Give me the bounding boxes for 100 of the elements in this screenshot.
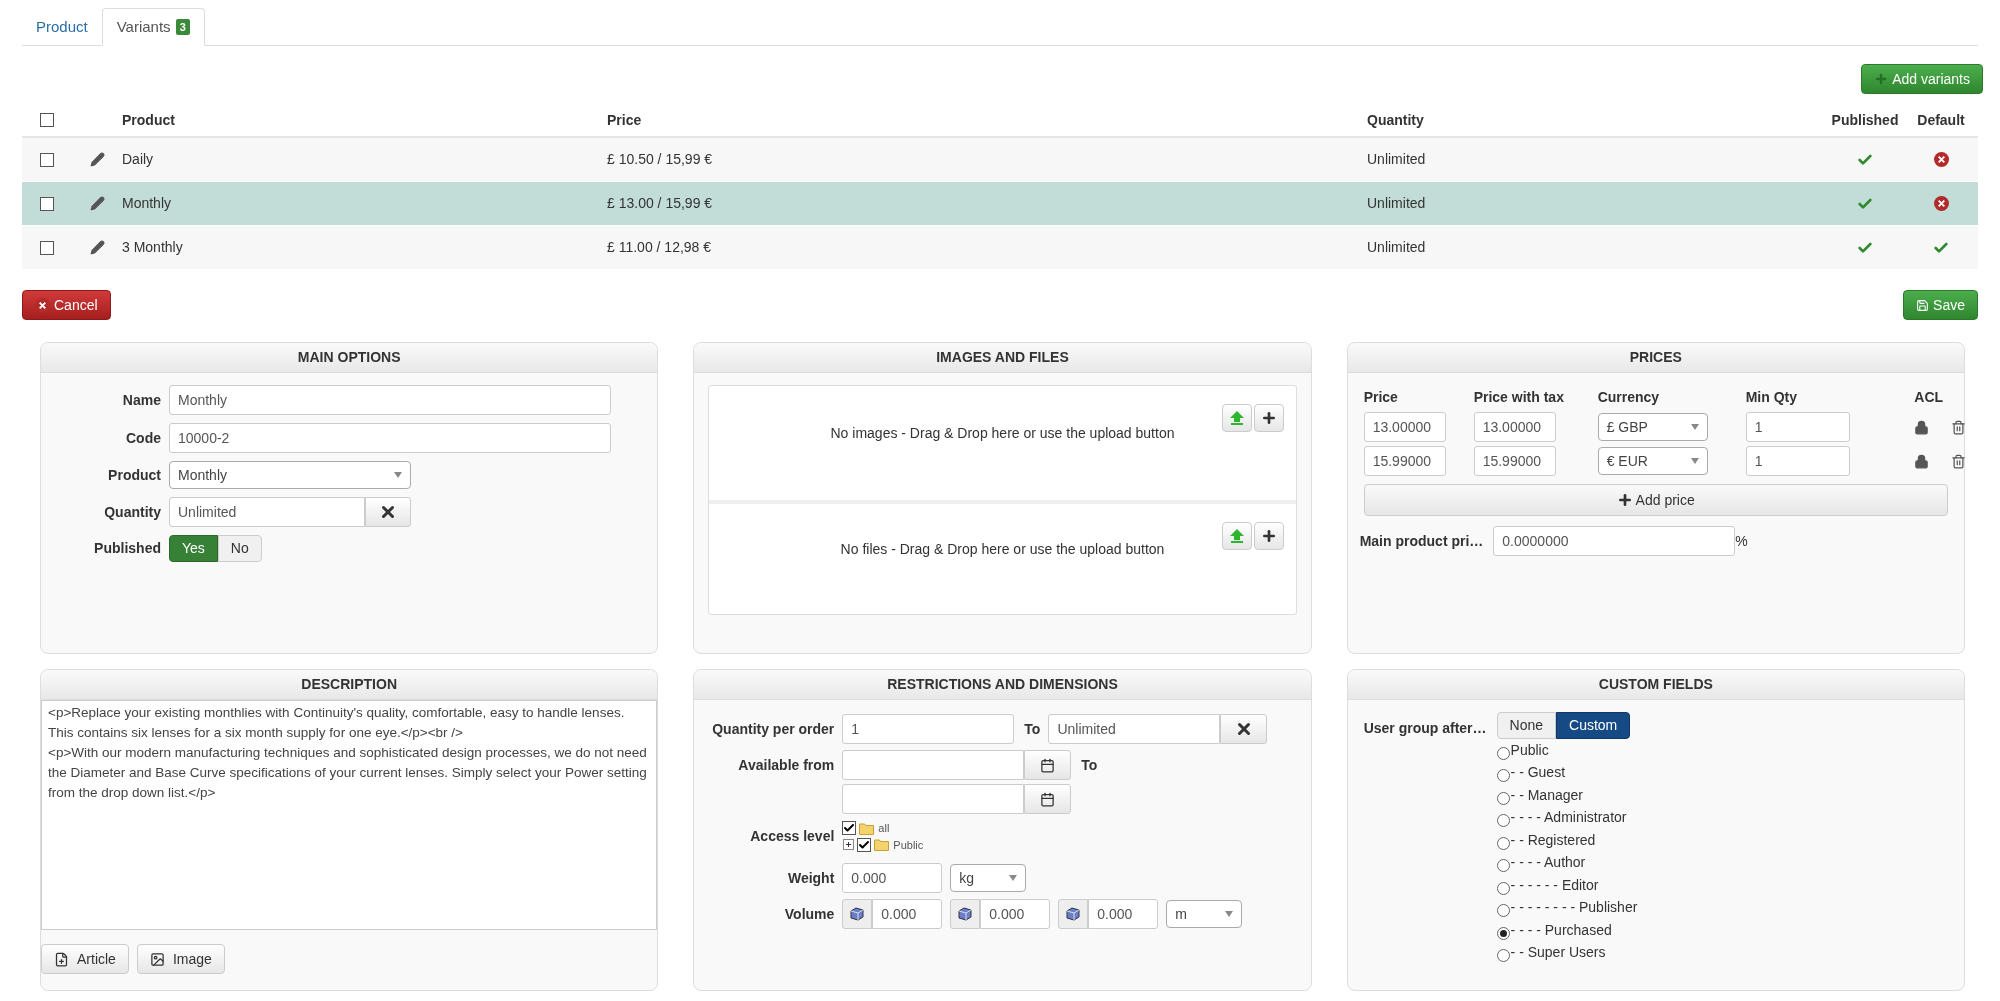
add-price-button[interactable]: Add price bbox=[1363, 484, 1948, 516]
pencil-icon[interactable] bbox=[89, 152, 105, 167]
radio-button[interactable] bbox=[1496, 904, 1510, 918]
field-label: Product bbox=[107, 465, 161, 485]
radio-label: - - Registered bbox=[1510, 830, 1596, 850]
text-field[interactable]: Monthly bbox=[169, 385, 611, 415]
table-row[interactable]: Daily £ 10.50 / 15,99 € Unlimited bbox=[22, 138, 1978, 182]
radio-label: Public bbox=[1510, 740, 1549, 760]
price-field[interactable]: 13.00000 bbox=[1363, 412, 1446, 442]
tab[interactable]: Product bbox=[22, 8, 102, 46]
dropdown[interactable]: m bbox=[1166, 900, 1243, 928]
drop-zone[interactable]: No files - Drag & Drop here or use the upload button bbox=[709, 500, 1296, 614]
radio-button[interactable] bbox=[1496, 836, 1510, 850]
table-cell-text: £ 13.00 / 15,99 € bbox=[607, 194, 714, 213]
text-field[interactable]: 0.000 bbox=[842, 863, 943, 893]
trash-icon[interactable] bbox=[1950, 419, 1966, 435]
radio-button[interactable] bbox=[1496, 926, 1510, 940]
date-field[interactable] bbox=[842, 750, 1025, 780]
dropdown[interactable]: kg bbox=[950, 864, 1027, 892]
add-button[interactable] bbox=[1253, 522, 1284, 550]
column-header: Currency bbox=[1597, 388, 1661, 407]
table-row[interactable]: Monthly £ 13.00 / 15,99 € Unlimited bbox=[22, 182, 1978, 226]
radio-button[interactable] bbox=[1496, 791, 1510, 805]
checkbox[interactable] bbox=[40, 113, 54, 127]
checkbox[interactable] bbox=[40, 152, 54, 167]
cross-circle-icon bbox=[1933, 152, 1949, 167]
text-field[interactable]: 0.0000000 bbox=[1493, 526, 1736, 556]
dropdown[interactable]: £ GBP bbox=[1597, 413, 1708, 441]
caret-icon bbox=[1225, 911, 1234, 917]
trash-icon[interactable] bbox=[1950, 453, 1966, 469]
panel-title: IMAGES AND FILES bbox=[936, 348, 1069, 367]
toggle-option[interactable]: Yes bbox=[169, 535, 218, 562]
lock-icon[interactable] bbox=[1913, 419, 1929, 435]
radio-button[interactable] bbox=[1496, 769, 1510, 783]
text-field[interactable]: 10000-2 bbox=[169, 423, 611, 453]
pencil-icon[interactable] bbox=[89, 240, 105, 255]
radio-label: - - - - Administrator bbox=[1510, 808, 1627, 828]
quantity-field[interactable]: 1 bbox=[1745, 446, 1850, 476]
unit-label: % bbox=[1735, 531, 1748, 551]
column-header: Price with tax bbox=[1473, 388, 1565, 407]
plus-icon bbox=[1874, 72, 1889, 86]
toggle-option[interactable]: No bbox=[217, 535, 262, 562]
text-field[interactable]: 0.000 bbox=[1088, 899, 1159, 929]
folder-icon bbox=[859, 821, 876, 835]
caret-icon bbox=[394, 472, 402, 478]
table-cell-text: Monthly bbox=[122, 194, 173, 213]
radio-button[interactable] bbox=[1496, 949, 1510, 963]
calendar-icon bbox=[1040, 791, 1056, 807]
column-header: Product bbox=[122, 110, 176, 130]
panel-title: CUSTOM FIELDS bbox=[1598, 675, 1713, 694]
add-button[interactable] bbox=[1253, 404, 1284, 432]
toggle-option[interactable]: Custom bbox=[1556, 712, 1631, 739]
calendar-button[interactable] bbox=[1024, 784, 1072, 814]
table-cell-text: 3 Monthly bbox=[122, 238, 184, 257]
clear-button[interactable] bbox=[365, 497, 411, 527]
text-field[interactable]: 0.000 bbox=[980, 899, 1051, 929]
toggle-option[interactable]: None bbox=[1496, 712, 1557, 739]
add-variants-button[interactable]: Add variants bbox=[1861, 64, 1983, 94]
checkbox[interactable] bbox=[857, 837, 872, 852]
dropdown[interactable]: Monthly bbox=[169, 461, 411, 489]
description-textarea[interactable]: <p>Replace your existing monthlies with Continuity's quality, comfortable, easy to handle lenses. This contains six lenses for a six month supply for one eye.</p><br /> <p>With our modern manufacturing techniques and sophisticated design processes, we do not need the Diameter and Base Curve specifications of your current lenses. Simply select your Power setting from the drop down list.</p> bbox=[41, 700, 658, 930]
tree-label[interactable]: Public bbox=[893, 836, 924, 853]
field-label: Quantity per order bbox=[711, 719, 835, 739]
price-field[interactable]: 15.99000 bbox=[1473, 446, 1556, 476]
radio-button[interactable] bbox=[1496, 746, 1510, 760]
field-label: Code bbox=[125, 428, 161, 448]
radio-button[interactable] bbox=[1496, 814, 1510, 828]
tab[interactable]: Variants 3 bbox=[101, 8, 205, 46]
quantity-field[interactable]: 1 bbox=[1745, 412, 1850, 442]
checkbox[interactable] bbox=[40, 240, 54, 255]
text-field[interactable]: Unlimited bbox=[1048, 714, 1221, 744]
text-field[interactable]: 1 bbox=[842, 714, 1015, 744]
drop-zone[interactable]: No images - Drag & Drop here or use the upload button bbox=[709, 386, 1296, 500]
upload-icon bbox=[1228, 528, 1245, 544]
checkbox[interactable] bbox=[40, 196, 54, 211]
text-field[interactable]: Unlimited bbox=[169, 497, 365, 527]
table-cell-text: Unlimited bbox=[1367, 238, 1427, 257]
editor-button[interactable]: Image bbox=[136, 944, 225, 974]
dropdown[interactable]: € EUR bbox=[1597, 447, 1708, 475]
radio-button[interactable] bbox=[1496, 881, 1510, 895]
editor-button[interactable]: Article bbox=[41, 944, 129, 974]
tree-label[interactable]: all bbox=[878, 820, 890, 837]
plus-box-icon[interactable] bbox=[843, 839, 855, 851]
checkbox[interactable] bbox=[842, 821, 857, 836]
save-button[interactable]: Save bbox=[1903, 290, 1978, 320]
date-field[interactable] bbox=[842, 784, 1025, 814]
pencil-icon[interactable] bbox=[89, 196, 105, 211]
field-label: Quantity bbox=[103, 502, 161, 522]
clear-button[interactable] bbox=[1220, 714, 1268, 744]
folder-icon bbox=[874, 838, 891, 852]
price-field[interactable]: 13.00000 bbox=[1473, 412, 1556, 442]
price-field[interactable]: 15.99000 bbox=[1363, 446, 1446, 476]
table-row[interactable]: 3 Monthly £ 11.00 / 12,98 € Unlimited bbox=[22, 226, 1978, 270]
calendar-button[interactable] bbox=[1024, 750, 1072, 780]
radio-label: - - - - - - - - Publisher bbox=[1510, 898, 1638, 918]
cancel-button[interactable]: Cancel bbox=[22, 290, 111, 320]
column-header: Published bbox=[1830, 110, 1900, 130]
radio-button[interactable] bbox=[1496, 859, 1510, 873]
text-field[interactable]: 0.000 bbox=[872, 899, 943, 929]
lock-icon[interactable] bbox=[1913, 453, 1929, 469]
